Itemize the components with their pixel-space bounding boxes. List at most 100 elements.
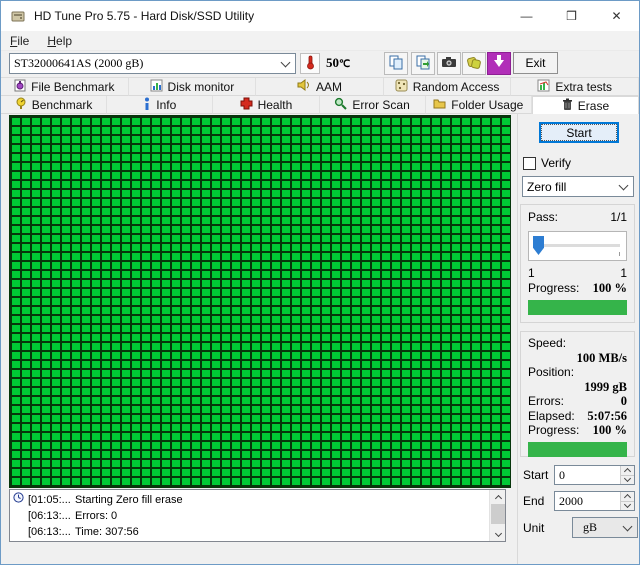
tab-benchmark[interactable]: Benchmark <box>1 96 107 114</box>
window-title: HD Tune Pro 5.75 - Hard Disk/SSD Utility <box>34 9 254 23</box>
notes-button[interactable] <box>462 52 486 75</box>
unit-value: gB <box>577 520 620 535</box>
hd-tune-window: HD Tune Pro 5.75 - Hard Disk/SSD Utility… <box>0 0 640 565</box>
log-time: [01:05:... <box>28 492 75 508</box>
log-message: Starting Zero fill erase <box>75 492 489 508</box>
unit-select[interactable]: gB <box>572 517 638 538</box>
start-spin-down-icon[interactable] <box>620 475 634 485</box>
log-box[interactable]: [01:05:... Starting Zero fill erase [06:… <box>9 489 506 542</box>
copy-icon <box>388 54 404 73</box>
drive-select-value: ST32000641AS (2000 gB) <box>14 56 278 71</box>
dice-icon <box>395 79 408 95</box>
log-message: Errors: 0 <box>75 508 489 524</box>
pass-progress-bar <box>528 300 627 315</box>
scrollbar-thumb[interactable] <box>491 504 505 524</box>
titlebar: HD Tune Pro 5.75 - Hard Disk/SSD Utility… <box>1 1 639 31</box>
end-range-row: End <box>523 491 635 511</box>
end-spin-down-icon[interactable] <box>620 501 634 511</box>
slider-max: 1 <box>620 266 627 281</box>
tab-file-benchmark[interactable]: File Benchmark <box>1 78 129 96</box>
thermometer-icon <box>305 54 315 73</box>
clock-icon <box>13 492 28 508</box>
erase-mode-value: Zero fill <box>527 180 616 194</box>
scroll-up-icon[interactable] <box>490 490 506 504</box>
tab-disk-monitor[interactable]: Disk monitor <box>129 78 257 96</box>
screenshot-button[interactable] <box>437 52 461 75</box>
trash-icon <box>562 98 573 114</box>
gauge-icon <box>15 97 27 113</box>
end-range-label: End <box>523 494 554 508</box>
log-time: [06:13:... <box>28 524 75 540</box>
elapsed-value: 5:07:56 <box>587 409 627 424</box>
menu-help[interactable]: Help <box>38 31 81 50</box>
tab-folder-usage[interactable]: Folder Usage <box>426 96 532 114</box>
scroll-down-icon[interactable] <box>490 527 506 541</box>
total-progress-label: Progress: <box>528 423 579 438</box>
toolbar: ST32000641AS (2000 gB) 50℃ <box>1 51 639 77</box>
stats-group: Speed: 100 MB/s Position: 1999 gB Errors… <box>520 331 635 457</box>
log-time: [06:13:... <box>28 508 75 524</box>
verify-checkbox[interactable] <box>523 157 536 170</box>
folder-icon <box>433 98 446 112</box>
erase-panel: Start Verify Zero fill Pass: 1/1 1 1 <box>517 114 640 565</box>
unit-row: Unit gB <box>523 517 638 538</box>
start-spin-up-icon[interactable] <box>620 466 634 475</box>
chevron-down-icon <box>281 57 291 67</box>
notes-icon <box>466 54 482 73</box>
speed-value: 100 MB/s <box>528 351 627 366</box>
speaker-icon <box>297 79 311 94</box>
slider-track <box>543 244 620 247</box>
log-line: [06:13:... Time: 307:56 <box>13 524 489 540</box>
pass-label: Pass: <box>528 210 558 225</box>
pass-slider[interactable] <box>528 231 627 261</box>
app-icon <box>10 8 26 24</box>
start-range-label: Start <box>523 468 554 482</box>
pass-group: Pass: 1/1 1 1 Progress: 100 % <box>520 204 635 323</box>
tab-error-scan[interactable]: Error Scan <box>320 96 426 114</box>
minimize-button[interactable]: — <box>504 1 549 31</box>
slider-tick <box>619 252 620 256</box>
start-button[interactable]: Start <box>539 122 619 143</box>
copy-report-button[interactable] <box>411 52 435 75</box>
log-scrollbar[interactable] <box>489 490 505 541</box>
camera-icon <box>441 55 457 72</box>
position-value: 1999 gB <box>528 380 627 395</box>
tab-info[interactable]: Info <box>107 96 213 114</box>
end-spin-up-icon[interactable] <box>620 492 634 501</box>
disk-monitor-icon <box>150 79 163 95</box>
pass-progress-label: Progress: <box>528 281 579 296</box>
log-message: Time: 307:56 <box>75 524 489 540</box>
info-icon <box>143 97 151 113</box>
copy-report-icon <box>415 54 431 73</box>
tab-random-access[interactable]: Random Access <box>384 78 512 96</box>
slider-min: 1 <box>528 266 535 281</box>
copy-button[interactable] <box>384 52 408 75</box>
tab-health[interactable]: Health <box>213 96 319 114</box>
health-cross-icon <box>240 97 253 113</box>
file-benchmark-icon <box>14 79 26 95</box>
tab-aam[interactable]: AAM <box>256 78 384 96</box>
maximize-button[interactable]: ❒ <box>549 1 594 31</box>
total-progress-bar <box>528 442 627 457</box>
pass-progress-value: 100 % <box>593 281 627 296</box>
verify-option: Verify <box>523 156 571 170</box>
chart-icon <box>537 79 550 95</box>
drive-select[interactable]: ST32000641AS (2000 gB) <box>9 53 296 74</box>
speed-label: Speed: <box>528 336 627 351</box>
temperature-button[interactable] <box>300 53 320 74</box>
pass-value: 1/1 <box>610 210 627 225</box>
tab-extra-tests[interactable]: Extra tests <box>511 78 639 96</box>
log-line: [06:13:... Errors: 0 <box>13 508 489 524</box>
temperature-readout: 50℃ <box>326 55 350 71</box>
erase-mode-select[interactable]: Zero fill <box>522 176 634 197</box>
total-progress-value: 100 % <box>593 423 627 438</box>
exit-button[interactable]: Exit <box>513 52 558 74</box>
close-button[interactable]: ✕ <box>594 1 639 31</box>
tab-erase[interactable]: Erase <box>532 96 639 114</box>
slider-thumb[interactable] <box>533 236 544 255</box>
menu-file[interactable]: File <box>1 31 38 50</box>
download-button[interactable] <box>487 52 511 75</box>
erase-block-map <box>9 115 511 488</box>
tab-row-1: File Benchmark Disk monitor AAM Random A… <box>1 78 639 96</box>
position-label: Position: <box>528 365 627 380</box>
